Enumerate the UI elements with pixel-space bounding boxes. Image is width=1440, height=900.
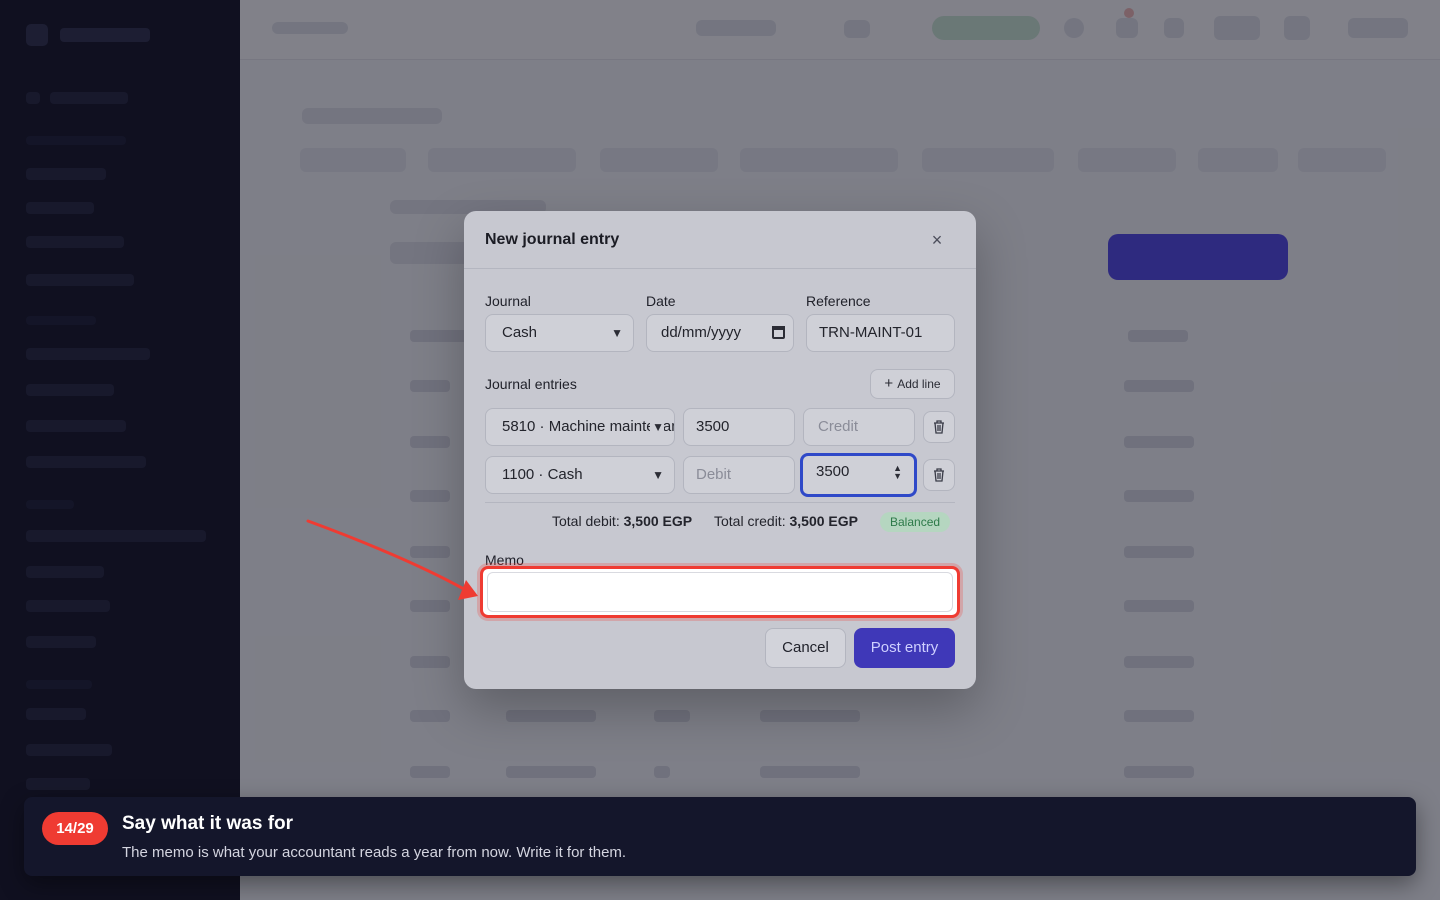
reference-value: TRN-MAINT-01 <box>819 324 923 341</box>
line-1-account-select[interactable]: 5810 · Machine maintenance ▼ <box>485 408 675 446</box>
line-1-debit-input[interactable]: 3500 <box>683 408 795 446</box>
line-2-credit-input[interactable]: 3500 ▲ ▼ <box>800 453 917 497</box>
chevron-down-icon: ▼ <box>652 468 664 482</box>
date-placeholder: dd/mm/yyyy <box>661 324 742 341</box>
memo-highlight <box>480 566 960 618</box>
total-credit-label: Total credit: <box>714 513 786 529</box>
post-entry-button[interactable]: Post entry <box>854 628 955 668</box>
tour-body: The memo is what your accountant reads a… <box>122 844 627 861</box>
totals-divider <box>485 502 955 503</box>
line-2-account-select[interactable]: 1100 · Cash ▼ <box>485 456 675 494</box>
reference-input[interactable]: TRN-MAINT-01 <box>806 314 955 352</box>
total-credit: Total credit: 3,500 EGP <box>714 513 858 529</box>
journal-select[interactable]: Cash ▼ <box>485 314 634 352</box>
add-line-button[interactable]: + Add line <box>870 369 955 399</box>
tour-title: Say what it was for <box>122 813 294 834</box>
total-debit: Total debit: 3,500 EGP <box>552 513 692 529</box>
calendar-icon[interactable] <box>772 326 785 339</box>
line-1-account-value: 5810 · Machine maintenance <box>502 418 674 435</box>
plus-icon: + <box>884 375 894 392</box>
line-2-account-value: 1100 · Cash <box>502 466 583 483</box>
cancel-button[interactable]: Cancel <box>765 628 846 668</box>
tour-step-badge: 14/29 <box>42 812 108 845</box>
memo-input[interactable] <box>487 572 953 612</box>
number-stepper-icon[interactable]: ▲ ▼ <box>893 464 902 481</box>
tour-panel: 14/29 Say what it was for The memo is wh… <box>24 797 1416 876</box>
date-label: Date <box>646 293 676 309</box>
date-input[interactable]: dd/mm/yyyy <box>646 314 794 352</box>
close-icon[interactable]: × <box>926 229 948 251</box>
total-debit-label: Total debit: <box>552 513 620 529</box>
trash-icon[interactable] <box>923 411 955 443</box>
trash-icon[interactable] <box>923 459 955 491</box>
line-1-credit-input[interactable]: Credit <box>803 408 915 446</box>
line-2-credit-value: 3500 <box>816 463 850 480</box>
chevron-down-icon: ▼ <box>611 326 623 340</box>
line-1-credit-placeholder: Credit <box>818 418 859 435</box>
chevron-down-icon: ▼ <box>650 409 664 445</box>
total-debit-value: 3,500 EGP <box>623 513 693 529</box>
journal-select-value: Cash <box>502 324 538 341</box>
line-1-debit-value: 3500 <box>696 418 730 435</box>
journal-entries-label: Journal entries <box>485 376 577 392</box>
modal-header: New journal entry × <box>464 211 976 269</box>
total-credit-value: 3,500 EGP <box>789 513 858 529</box>
balanced-badge: Balanced <box>880 512 951 532</box>
modal-title: New journal entry <box>485 231 620 248</box>
line-2-debit-placeholder: Debit <box>696 466 732 483</box>
reference-label: Reference <box>806 293 871 309</box>
journal-label: Journal <box>485 293 531 309</box>
line-2-debit-input[interactable]: Debit <box>683 456 795 494</box>
add-line-label: Add line <box>897 377 941 391</box>
